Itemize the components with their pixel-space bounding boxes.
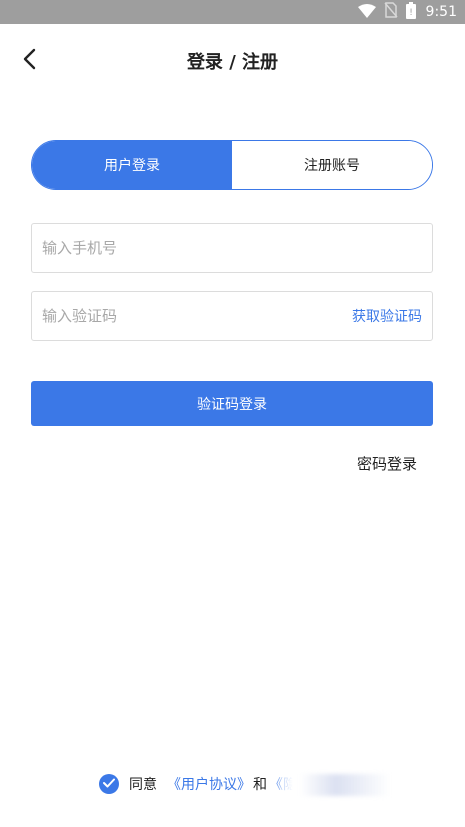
page-title: 登录 / 注册 — [186, 52, 279, 73]
agreement-row: 同意 《用户协议》 和 《隐 — [99, 773, 297, 795]
code-input[interactable] — [42, 307, 352, 325]
status-time: 9:51 — [425, 4, 457, 20]
code-login-button[interactable]: 验证码登录 — [31, 381, 433, 426]
status-icons: ! 9:51 — [357, 0, 457, 24]
password-login-link[interactable]: 密码登录 — [357, 453, 417, 474]
check-icon — [103, 776, 115, 792]
header: 登录 / 注册 — [0, 24, 465, 100]
no-sim-icon — [383, 2, 398, 22]
user-agreement-link[interactable]: 《用户协议》 — [167, 774, 251, 794]
wifi-icon — [357, 3, 376, 22]
agree-checkbox[interactable] — [99, 774, 119, 794]
status-bar: ! 9:51 — [0, 0, 465, 24]
svg-text:!: ! — [409, 8, 413, 18]
tab-register[interactable]: 注册账号 — [232, 141, 432, 189]
privacy-policy-link[interactable]: 《隐 — [269, 774, 297, 794]
login-mode-tabs: 用户登录 注册账号 — [31, 140, 433, 190]
battery-icon: ! — [405, 1, 416, 23]
faded-overlay — [300, 774, 390, 796]
tab-user-login[interactable]: 用户登录 — [32, 141, 232, 189]
phone-input[interactable] — [42, 239, 422, 257]
agree-text: 同意 — [129, 777, 157, 793]
phone-field — [31, 223, 433, 273]
code-field: 获取验证码 — [31, 291, 433, 341]
and-text: 和 — [253, 777, 267, 793]
get-code-button[interactable]: 获取验证码 — [352, 306, 422, 326]
